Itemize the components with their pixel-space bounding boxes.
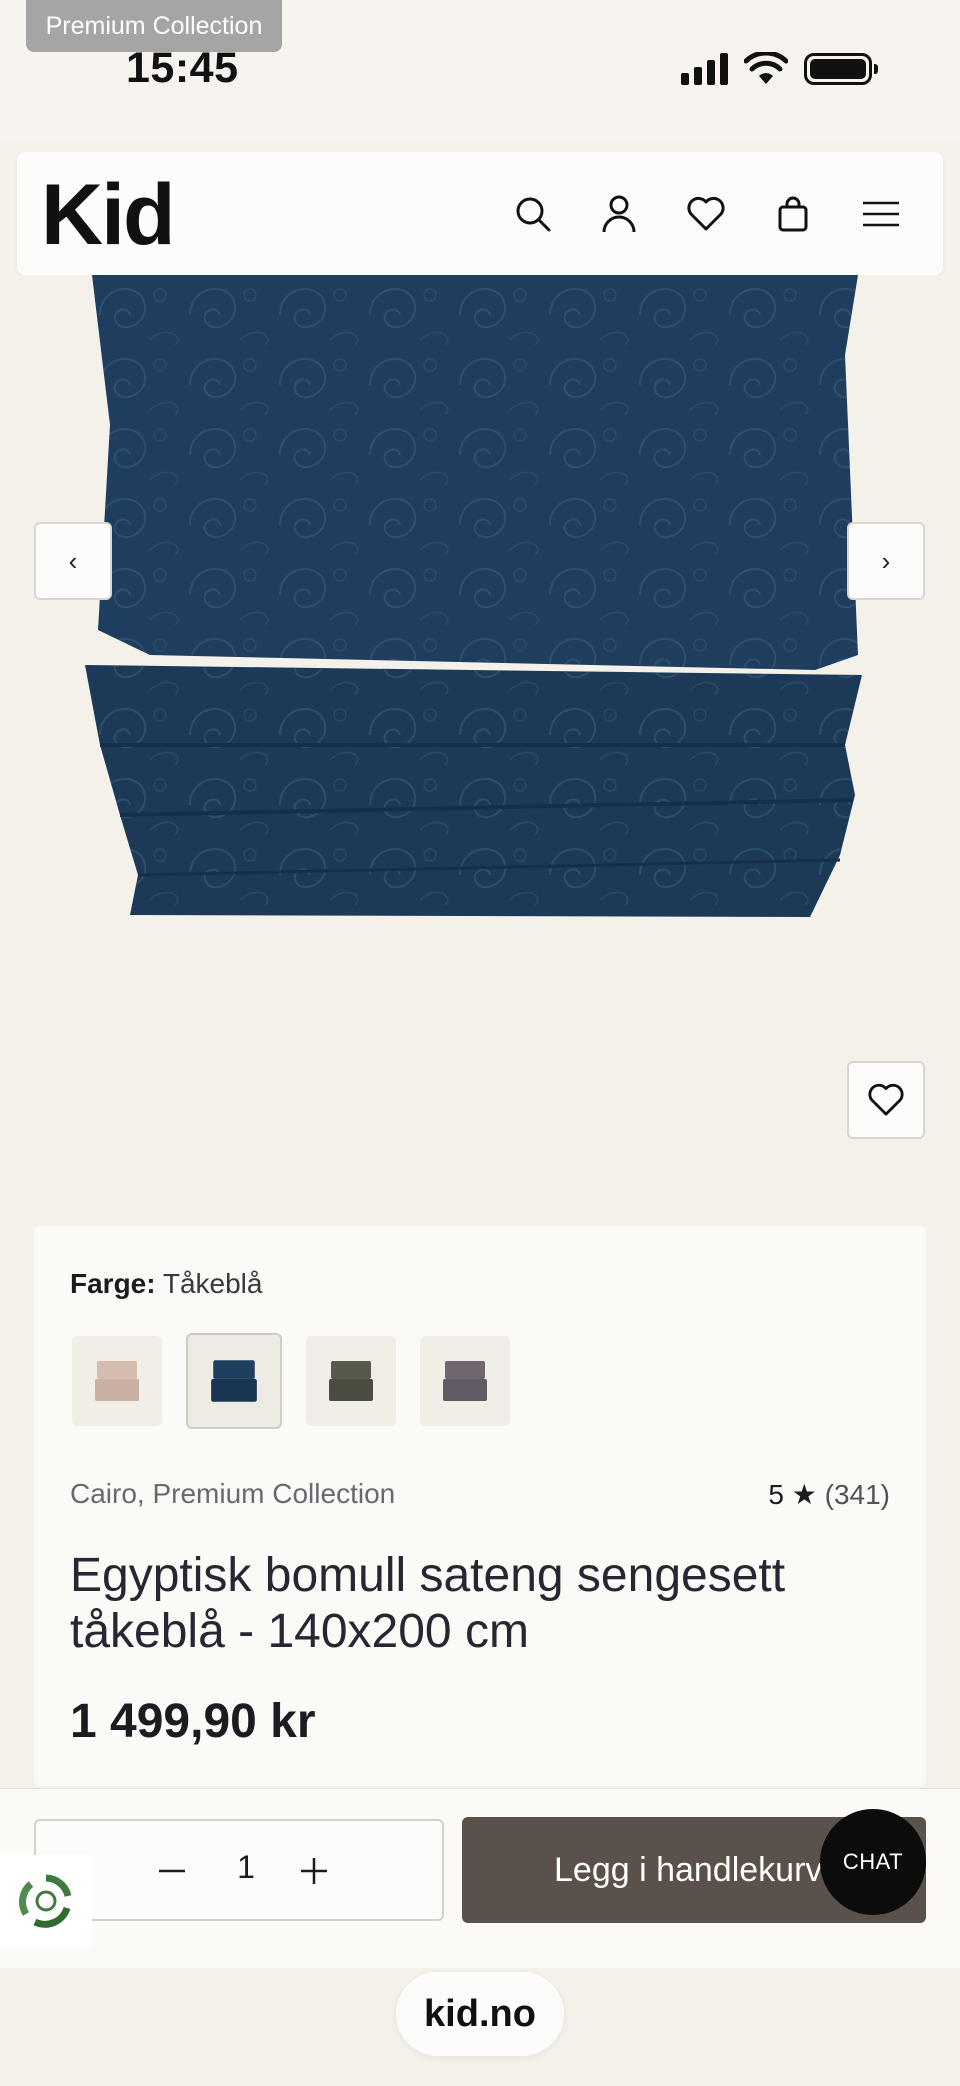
status-clock: 15:45 <box>126 44 239 92</box>
chat-button[interactable]: CHAT <box>820 1809 926 1915</box>
plus-icon <box>301 1858 327 1884</box>
product-rating[interactable]: 5 ★ (341) <box>768 1478 890 1511</box>
quantity-value: 1 <box>237 1849 255 1885</box>
search-icon[interactable] <box>509 190 557 238</box>
product-gallery: ‹ › <box>0 275 960 1225</box>
product-image <box>85 275 862 917</box>
battery-icon <box>804 53 878 85</box>
product-info-card: Farge: Tåkeblå Cairo, Premium Collection… <box>34 1226 926 1786</box>
heart-icon <box>868 1083 904 1116</box>
quantity-stepper: 1 <box>34 1819 444 1921</box>
bedding-purple-thumbnail <box>443 1361 487 1401</box>
site-header: Kid <box>17 152 943 275</box>
swatch-gronn[interactable] <box>306 1336 396 1426</box>
product-title: Egyptisk bomull sateng sengesett tåkeblå… <box>70 1549 786 1658</box>
collection-name[interactable]: Cairo, Premium Collection <box>70 1478 395 1510</box>
swatch-takebla[interactable] <box>186 1333 282 1429</box>
product-price: 1 499,90 kr <box>70 1695 316 1748</box>
bedding-rosa-thumbnail <box>95 1361 139 1401</box>
color-swatches <box>72 1333 510 1429</box>
browser-url-bar[interactable]: kid.no <box>396 1972 564 2056</box>
recycle-badge[interactable] <box>0 1855 92 1947</box>
recycle-icon <box>19 1874 72 1928</box>
decrease-quantity-button[interactable] <box>148 1847 196 1895</box>
color-selection-label: Farge: Tåkeblå <box>70 1268 262 1300</box>
bedding-blue-thumbnail <box>211 1360 257 1402</box>
color-value: Tåkeblå <box>162 1268 263 1299</box>
color-label: Farge: <box>70 1268 156 1299</box>
minus-icon <box>159 1869 185 1873</box>
gallery-prev-button[interactable]: ‹ <box>34 522 112 600</box>
status-bar: Premium Collection 15:45 <box>0 0 960 140</box>
shopping-bag-icon[interactable] <box>769 190 817 238</box>
rating-count: (341) <box>824 1479 890 1510</box>
swatch-rosa[interactable] <box>72 1336 162 1426</box>
gallery-next-button[interactable]: › <box>847 522 925 600</box>
wishlist-heart-icon[interactable] <box>682 190 730 238</box>
add-to-wishlist-button[interactable] <box>847 1061 925 1139</box>
swatch-lilla[interactable] <box>420 1336 510 1426</box>
increase-quantity-button[interactable] <box>290 1847 338 1895</box>
bedding-green-thumbnail <box>329 1361 373 1401</box>
status-icons <box>681 52 878 86</box>
cellular-signal-icon <box>681 53 728 85</box>
wifi-icon <box>744 52 788 84</box>
account-icon[interactable] <box>595 190 643 238</box>
menu-icon[interactable] <box>857 190 905 238</box>
add-to-cart-bar: 1 Legg i handlekurv CHAT <box>0 1788 960 1968</box>
rating-value: 5 ★ <box>768 1479 817 1510</box>
kid-logo[interactable]: Kid <box>41 166 176 265</box>
